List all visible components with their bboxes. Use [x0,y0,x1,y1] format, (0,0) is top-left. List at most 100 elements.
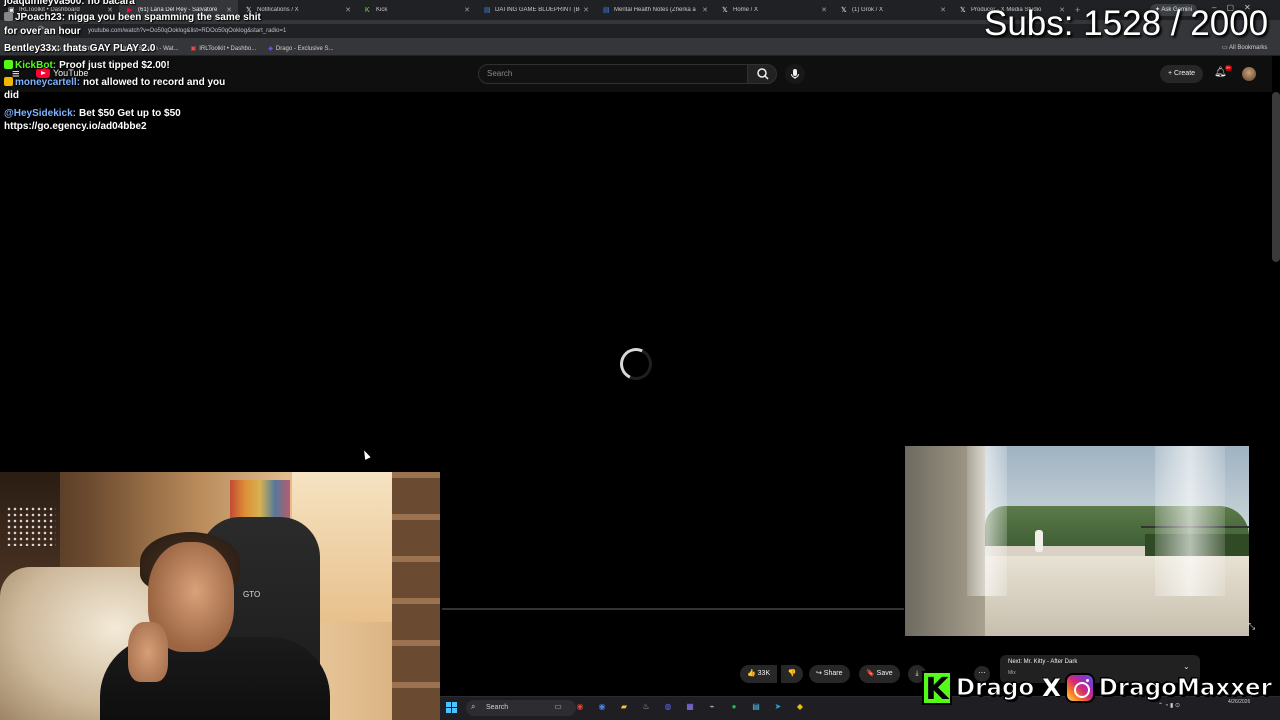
tab-title: Kick [376,7,388,13]
url-input[interactable]: youtube.com/watch?v=Oo50qOoklog&list=RDO… [58,24,1098,38]
chat-text: Bet $50 Get up to $50 [79,108,181,119]
expand-icon[interactable]: ⤡ [1248,621,1255,632]
chat-username: moneycartell: [15,77,81,88]
bookmark-item[interactable]: ◈ Drago - Exclusive S... [268,45,334,53]
page-scrollbar[interactable] [1272,92,1280,262]
bookmarks-bar: K Kick ◉ Drago (@dragomax... Kdrago Stream -… [0,42,1280,56]
tab-title: Notifications / X [257,7,299,13]
like-button[interactable]: 👍 33K [740,665,778,683]
close-tab-icon[interactable]: ✕ [345,6,351,14]
all-bookmarks-button[interactable]: ▭ All Bookmarks [1222,44,1267,51]
chat-username: joaquinleyva500: [4,0,85,7]
all-bookmarks-label: All Bookmarks [1229,45,1268,51]
chat-message: did [4,90,19,101]
chat-message: for over an hour [4,26,81,37]
tab-favicon-icon: ▤ [484,6,491,14]
video-person [1035,530,1043,552]
chat-message: https://go.egency.io/ad04bbe2 [4,121,147,132]
tab-favicon-icon: K [365,6,370,14]
tab-title: Mental Health Notes (Zherka a [614,7,696,13]
terminal-icon[interactable]: ⌁ [706,701,718,713]
tab-title: DATING GAME BLUEPRINT (Be [495,7,581,13]
chat-text: nigga you been spamming the same shit [68,12,261,23]
mouse-cursor-icon [361,449,371,460]
browser-tab[interactable]: 𝕏 (1) Grok / X ✕ [833,0,952,20]
notification-count-badge: 9+ [1225,65,1232,71]
kick-logo-icon: K [922,671,952,707]
app-icon[interactable]: ◆ [794,701,806,713]
video-curtain-left [967,446,1007,596]
chair-brand-logo: GTO [243,590,261,599]
telegram-icon[interactable]: ➤ [772,701,784,713]
tab-favicon-icon: 𝕏 [722,6,728,14]
webcam-person-hand [128,622,168,682]
close-tab-icon[interactable]: ✕ [702,6,708,14]
discord-icon[interactable]: ◍ [662,701,674,713]
spotify-icon[interactable]: ● [728,701,740,713]
chat-badge-icon [4,60,13,69]
chrome-alt-icon[interactable]: ◉ [596,701,608,713]
share-button[interactable]: ↪ Share [809,665,850,683]
bookmark-item[interactable]: ▣ IRLToolkit • Dashbo... [190,45,257,53]
kick-handle: Drago [955,675,1035,702]
dislike-button[interactable]: 👎 [781,665,803,683]
webcam-feed: GTO [0,472,440,720]
steam-icon[interactable]: ♨ [640,701,652,713]
explorer-icon[interactable]: ▰ [618,701,630,713]
chat-badge-icon [4,77,13,86]
browser-tab[interactable]: ▤ DATING GAME BLUEPRINT (Be ✕ [476,0,595,20]
widgets-icon[interactable]: ▭ [552,701,564,713]
social-banner: K Drago X DragoMaxxer [922,671,1276,707]
video-miniplayer[interactable] [905,446,1249,636]
close-tab-icon[interactable]: ✕ [940,6,946,14]
chat-message: Bentley33x: thats GAY PLAY 2.0 [4,43,155,54]
chat-username: JPoach23: [15,12,66,23]
chat-text: did [4,90,19,101]
windows-start-icon[interactable] [446,702,458,714]
up-next-title: Next: Mr. Kitty - After Dark [1008,659,1078,665]
browser-tab[interactable]: ▤ Mental Health Notes (Zherka a ✕ [595,0,714,20]
bookmark-label: IRLToolkit • Dashbo... [199,45,257,52]
chat-text: https://go.egency.io/ad04bbe2 [4,121,147,132]
notepad-icon[interactable]: ▤ [750,701,762,713]
save-button[interactable]: 🔖 Save [859,665,900,683]
tab-title: (1) Grok / X [852,7,884,13]
obs-icon[interactable]: ▦ [684,701,696,713]
video-curtain-right [1155,446,1225,596]
voice-search-button[interactable] [785,64,805,84]
tab-title: Home / X [733,7,759,13]
chat-text: thats GAY PLAY 2.0 [63,43,156,54]
close-tab-icon[interactable]: ✕ [821,6,827,14]
search-input[interactable]: Search [478,64,748,84]
bookmark-label: Drago - Exclusive S... [275,45,334,52]
search-button[interactable] [747,64,777,84]
create-button[interactable]: + Create [1160,65,1204,83]
instagram-logo-icon [1064,673,1095,703]
chat-text: not allowed to record and you [83,77,226,88]
bookmark-favicon-icon: ◈ [268,46,273,52]
bookmark-favicon-icon: ▣ [190,46,197,52]
browser-tab[interactable]: K Kick ✕ [357,0,476,20]
chat-message: JPoach23: nigga you been spamming the sam… [4,12,261,23]
chat-message: moneycartell: not allowed to record and y… [4,77,225,88]
chat-username: KickBot: [15,60,57,71]
tab-favicon-icon: 𝕏 [960,6,966,14]
mic-icon [791,69,799,79]
webcam-ladder [392,472,440,720]
close-tab-icon[interactable]: ✕ [464,6,470,14]
close-tab-icon[interactable]: ✕ [583,6,589,14]
chat-username: Bentley33x: [4,43,61,54]
avatar[interactable] [1242,67,1256,81]
chat-message: @HeySidekick: Bet $50 Get up to $50 [4,108,181,119]
chat-badge-icon [4,12,13,21]
loading-spinner [615,343,657,385]
chrome-icon[interactable]: ◉ [574,701,586,713]
webcam-led-panel [6,506,56,546]
chevron-down-icon[interactable]: ⌄ [1183,662,1190,671]
chat-text: Proof just tipped $2.00! [59,60,170,71]
tab-favicon-icon: 𝕏 [841,6,847,14]
progress-bar[interactable] [442,608,904,610]
browser-tab[interactable]: 𝕏 Home / X ✕ [714,0,833,20]
x-logo-icon: X [1042,674,1061,702]
chat-text: no bacara [87,0,135,7]
